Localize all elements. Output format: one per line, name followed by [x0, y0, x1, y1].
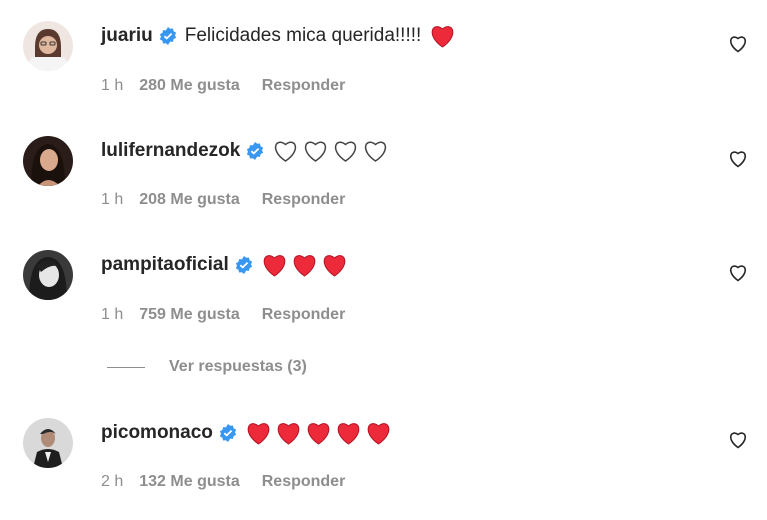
- comment-time: 2 h: [101, 473, 124, 490]
- comment-time: 1 h: [101, 77, 124, 94]
- red-heart-icon: [275, 421, 302, 445]
- comment-time: 1 h: [101, 191, 124, 208]
- red-heart-icon: [305, 421, 332, 445]
- red-heart-icon: [365, 421, 392, 445]
- likes-count-link[interactable]: 208 Me gusta: [139, 191, 239, 209]
- verified-badge-icon: [159, 27, 177, 45]
- view-replies-button[interactable]: Ver respuestas (3): [107, 358, 307, 376]
- white-heart-icon: [332, 139, 359, 163]
- white-heart-icon: [272, 139, 299, 163]
- red-heart-icon: [245, 421, 272, 445]
- white-heart-icon: [302, 139, 329, 163]
- avatar[interactable]: [23, 21, 73, 71]
- comment-text: Felicidades mica querida!!!!!: [184, 25, 422, 46]
- username[interactable]: picomonaco: [101, 422, 213, 444]
- divider-line: [107, 366, 145, 368]
- verified-badge-icon: [219, 424, 237, 442]
- emoji-group: [245, 421, 395, 445]
- likes-count-link[interactable]: 280 Me gusta: [139, 77, 239, 95]
- view-replies-label: Ver respuestas (3): [169, 358, 307, 375]
- avatar[interactable]: [23, 418, 73, 468]
- username[interactable]: lulifernandezok: [101, 140, 240, 162]
- comment-time: 1 h: [101, 306, 124, 323]
- like-heart-icon[interactable]: [728, 150, 748, 168]
- red-heart-icon: [321, 253, 348, 277]
- emoji-group: [261, 253, 351, 277]
- like-heart-icon[interactable]: [728, 35, 748, 53]
- username[interactable]: juariu: [101, 25, 153, 47]
- verified-badge-icon: [235, 256, 253, 274]
- red-heart-icon: [291, 253, 318, 277]
- white-heart-icon: [362, 139, 389, 163]
- emoji-group: [429, 24, 459, 48]
- reply-button[interactable]: Responder: [262, 306, 346, 324]
- likes-count-link[interactable]: 132 Me gusta: [139, 473, 239, 491]
- red-heart-icon: [261, 253, 288, 277]
- red-heart-icon: [429, 24, 456, 48]
- reply-button[interactable]: Responder: [262, 473, 346, 491]
- reply-button[interactable]: Responder: [262, 77, 346, 95]
- reply-button[interactable]: Responder: [262, 191, 346, 209]
- avatar[interactable]: [23, 136, 73, 186]
- like-heart-icon[interactable]: [728, 264, 748, 282]
- username[interactable]: pampitaoficial: [101, 254, 229, 276]
- avatar[interactable]: [23, 250, 73, 300]
- emoji-group: [272, 139, 392, 163]
- verified-badge-icon: [246, 142, 264, 160]
- like-heart-icon[interactable]: [728, 431, 748, 449]
- likes-count-link[interactable]: 759 Me gusta: [139, 306, 239, 324]
- red-heart-icon: [335, 421, 362, 445]
